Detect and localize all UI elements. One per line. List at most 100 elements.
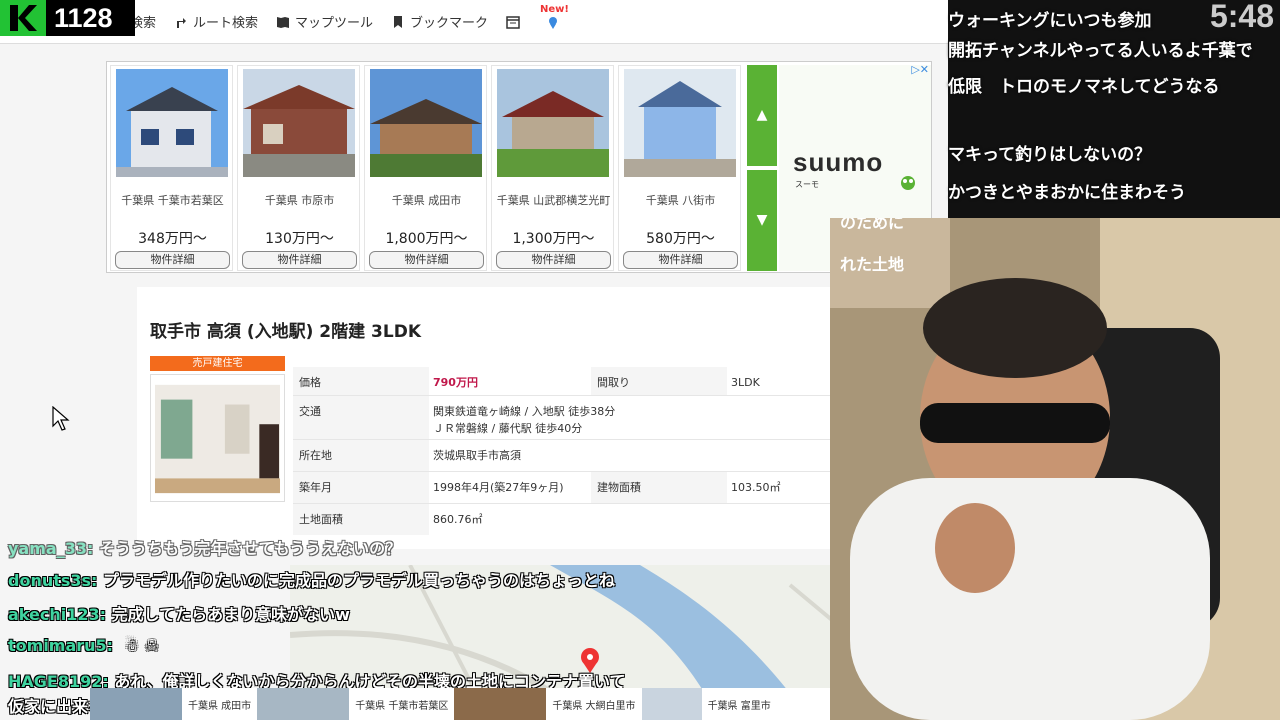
chat-message: akechi123: 完成してたらあまり意味がないw bbox=[8, 601, 350, 625]
interior-photo[interactable] bbox=[150, 374, 285, 502]
new-badge: New! bbox=[540, 4, 569, 15]
chat-username: akechi123: bbox=[8, 605, 107, 624]
frog-mascot-icon bbox=[901, 176, 915, 190]
access-label: 交通 bbox=[293, 396, 429, 439]
access-value-2: ＪＲ常磐線 / 藤代駅 徒歩40分 bbox=[433, 422, 583, 435]
ad-card[interactable]: 千葉県 八街市 580万円〜 物件詳細 bbox=[618, 65, 741, 271]
overlay-comment: れた土地 bbox=[840, 255, 904, 274]
viewer-count: 1128 bbox=[54, 2, 113, 33]
strip-thumbnail bbox=[90, 688, 182, 720]
strip-item[interactable]: 千葉県 成田市 bbox=[90, 688, 251, 720]
strip-label: 千葉県 大網白里市 bbox=[552, 700, 636, 712]
strip-item[interactable]: 千葉県 大網白里市 bbox=[454, 688, 636, 720]
chat-username: donuts3s: bbox=[8, 571, 98, 590]
strip-label: 千葉県 富里市 bbox=[707, 700, 771, 712]
property-type-badge: 売戸建住宅 bbox=[150, 356, 285, 371]
detail-row: 所在地 茨城県取手市高須 bbox=[293, 440, 889, 472]
price-value: 790万円 bbox=[433, 376, 478, 389]
calendar-icon bbox=[506, 15, 520, 29]
ad-region: 千葉県 山武郡横芝光町 bbox=[496, 194, 611, 207]
floor-area-label: 建物面積 bbox=[591, 472, 727, 503]
ad-card[interactable]: 千葉県 成田市 1,800万円〜 物件詳細 bbox=[364, 65, 487, 271]
comment-overlay: 5:48 ウォーキングにいつも参加 開拓チャンネルやってる人いるよ千葉で 低限 … bbox=[948, 0, 1280, 220]
emoji-icon: ☃ ☠ bbox=[124, 636, 159, 655]
related-listings-strip: 千葉県 成田市 千葉県 千葉市若葉区 千葉県 大網白里市 千葉県 富里市 bbox=[90, 688, 830, 720]
ad-region: 千葉県 千葉市若葉区 bbox=[121, 194, 224, 207]
route-icon bbox=[177, 17, 187, 28]
overlay-comment: 開拓チャンネルやってる人いるよ千葉で bbox=[948, 41, 1253, 61]
detail-row: 土地面積 860.76㎡ bbox=[293, 504, 889, 536]
layout-value: 3LDK bbox=[731, 376, 760, 389]
property-details-button[interactable]: 物件詳細 bbox=[369, 251, 484, 269]
ad-card[interactable]: 千葉県 市原市 130万円〜 物件詳細 bbox=[237, 65, 360, 271]
strip-label: 千葉県 千葉市若葉区 bbox=[355, 700, 449, 712]
ad-price: 130万円〜 bbox=[265, 231, 334, 247]
layout-label: 間取り bbox=[591, 367, 727, 395]
house-photo bbox=[497, 69, 609, 177]
property-details-button[interactable]: 物件詳細 bbox=[242, 251, 357, 269]
stream-logo-icon bbox=[0, 0, 46, 36]
land-area-label: 土地面積 bbox=[293, 504, 429, 535]
strip-item[interactable]: 千葉県 千葉市若葉区 bbox=[257, 688, 448, 720]
ad-carousel-nav: ▲ ▼ bbox=[747, 65, 777, 271]
property-details-button[interactable]: 物件詳細 bbox=[115, 251, 230, 269]
property-details-table: 価格 790万円 間取り 3LDK 交通 関東鉄道竜ヶ崎線 / 入地駅 徒歩38… bbox=[293, 367, 889, 536]
built-value: 1998年4月(築27年9ヶ月) bbox=[433, 481, 564, 494]
nav-route-label: ルート検索 bbox=[193, 16, 259, 31]
built-label: 築年月 bbox=[293, 472, 429, 503]
map-icon bbox=[277, 16, 290, 28]
ad-banner: 千葉県 千葉市若葉区 348万円〜 物件詳細 千葉県 市原市 130万円〜 物件… bbox=[106, 61, 932, 273]
ad-region: 千葉県 市原市 bbox=[264, 194, 335, 207]
overlay-comment: かつきとやまおかに住まわそう bbox=[948, 183, 1186, 203]
overlay-comment: のために bbox=[840, 218, 904, 232]
ad-price: 348万円〜 bbox=[138, 231, 207, 247]
ad-price: 580万円〜 bbox=[646, 231, 715, 247]
ad-close-icon[interactable]: ▷✕ bbox=[911, 63, 929, 76]
property-listing: 取手市 高須 (入地駅) 2階建 3LDK 売戸建住宅 価格 790万円 間取り… bbox=[137, 287, 902, 549]
strip-label: 千葉県 成田市 bbox=[188, 700, 252, 712]
nav-map-label: マップツール bbox=[295, 16, 374, 31]
ad-card[interactable]: 千葉県 千葉市若葉区 348万円〜 物件詳細 bbox=[110, 65, 233, 271]
stream-clock: 5:48 bbox=[1209, 0, 1274, 34]
mouse-cursor-icon bbox=[52, 406, 70, 431]
address-value: 茨城県取手市高須 bbox=[433, 449, 521, 462]
chat-text: プラモデル作りたいのに完成品のプラモデル買っちゃうのはちょっとね bbox=[103, 571, 616, 590]
k-logo-icon bbox=[10, 5, 37, 31]
house-photo bbox=[243, 69, 355, 177]
nav-route-search[interactable]: ルート検索 bbox=[174, 12, 258, 31]
house-photo bbox=[624, 69, 736, 177]
chat-username: yama_33: bbox=[8, 539, 94, 558]
overlay-comment: 低限 トロのモノマネしてどうなる bbox=[948, 77, 1220, 97]
chat-text: そううちもう完年させてもううえないの？ bbox=[98, 539, 402, 558]
property-details-button[interactable]: 物件詳細 bbox=[623, 251, 738, 269]
strip-thumbnail bbox=[454, 688, 547, 720]
nav-bookmark[interactable]: ブックマーク bbox=[391, 12, 488, 31]
bookmark-icon bbox=[394, 15, 403, 28]
property-details-button[interactable]: 物件詳細 bbox=[496, 251, 611, 269]
detail-row: 築年月 1998年4月(築27年9ヶ月) 建物面積 103.50㎡ bbox=[293, 472, 889, 504]
carousel-up-button[interactable]: ▲ bbox=[747, 65, 777, 166]
address-label: 所在地 bbox=[293, 440, 429, 471]
strip-thumbnail bbox=[257, 688, 350, 720]
house-photo bbox=[370, 69, 482, 177]
access-value-1: 関東鉄道竜ヶ崎線 / 入地駅 徒歩38分 bbox=[433, 405, 616, 418]
ad-price: 1,800万円〜 bbox=[385, 231, 468, 247]
land-area-value: 860.76㎡ bbox=[433, 513, 483, 526]
carousel-down-button[interactable]: ▼ bbox=[747, 170, 777, 271]
chat-message: tomimaru5: ☃ ☠ bbox=[8, 636, 159, 655]
nav-bookmark-label: ブックマーク bbox=[410, 16, 489, 31]
house-photo bbox=[116, 69, 228, 177]
ad-card[interactable]: 千葉県 山武郡横芝光町 1,300万円〜 物件詳細 bbox=[491, 65, 614, 271]
site-nav: 検索 ルート検索 マップツール ブックマーク bbox=[130, 12, 520, 31]
screen: { "viewer": { "count": "1128" }, "nav": … bbox=[0, 0, 1280, 720]
viewer-count-badge: 1128 bbox=[0, 0, 135, 36]
nav-map-tools[interactable]: マップツール bbox=[276, 12, 373, 31]
webcam-feed: のために れた土地 bbox=[830, 218, 1280, 720]
suumo-sub: スーモ bbox=[795, 180, 819, 189]
location-pin-icon[interactable] bbox=[546, 15, 560, 29]
nav-calendar[interactable] bbox=[506, 15, 520, 29]
site-header: 検索 ルート検索 マップツール ブックマーク New! bbox=[0, 0, 948, 44]
floor-area-value: 103.50㎡ bbox=[731, 481, 781, 494]
strip-item[interactable]: 千葉県 富里市 bbox=[641, 688, 771, 720]
listing-title[interactable]: 取手市 高須 (入地駅) 2階建 3LDK bbox=[150, 317, 421, 342]
